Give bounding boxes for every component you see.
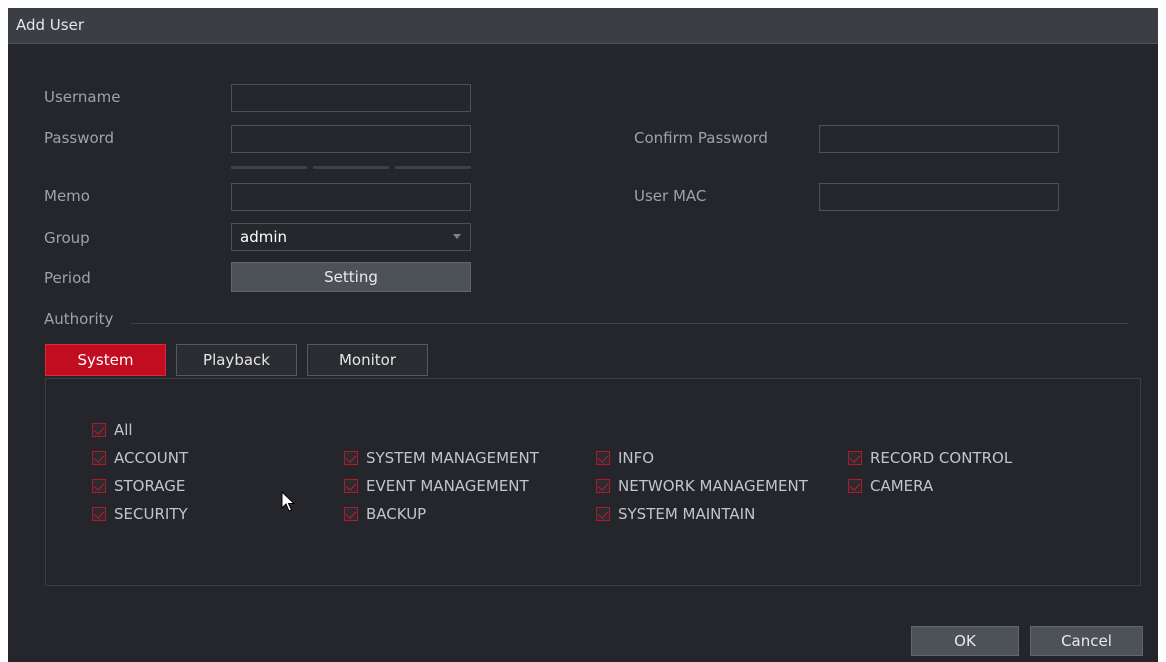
checkmark-icon [344,479,358,493]
permissions-panel [45,378,1141,586]
password-field[interactable] [231,125,471,153]
chevron-down-icon [453,234,461,239]
username-field[interactable] [231,84,471,112]
permission-label: SECURITY [114,505,188,523]
permission-label: SYSTEM MAINTAIN [618,505,756,523]
confirm-password-field[interactable] [819,125,1059,153]
permission-label: RECORD CONTROL [870,449,1013,467]
checkmark-icon [92,479,106,493]
checkmark-icon [848,451,862,465]
checkmark-icon [596,451,610,465]
add-user-dialog: Add User Username Password Confirm Passw… [8,8,1158,662]
permission-label: ACCOUNT [114,449,189,467]
permission-label: SYSTEM MANAGEMENT [366,449,539,467]
password-strength-bar-2 [313,166,389,169]
password-strength-bar-3 [395,166,471,169]
password-strength-bar-1 [231,166,307,169]
user-mac-field[interactable] [819,183,1059,211]
checkmark-icon [344,451,358,465]
checkmark-icon [344,507,358,521]
cancel-button[interactable]: Cancel [1030,626,1143,656]
permission-label: STORAGE [114,477,186,495]
permission-all-label: All [114,421,133,439]
title-bar: Add User [8,8,1158,44]
checkmark-icon [92,423,106,437]
authority-divider [131,323,1128,324]
mouse-cursor-icon [281,491,295,512]
checkmark-icon [596,507,610,521]
checkmark-icon [848,479,862,493]
tab-monitor[interactable]: Monitor [307,344,428,376]
period-label: Period [44,269,91,287]
permission-label: EVENT MANAGEMENT [366,477,529,495]
permission-label: BACKUP [366,505,427,523]
group-selected-value: admin [240,228,287,246]
group-select[interactable]: admin [231,223,471,251]
tab-playback[interactable]: Playback [176,344,297,376]
checkmark-icon [596,479,610,493]
ok-button[interactable]: OK [911,626,1019,656]
authority-label: Authority [44,310,114,328]
user-mac-label: User MAC [634,187,707,205]
permission-label: INFO [618,449,655,467]
confirm-password-label: Confirm Password [634,129,768,147]
username-label: Username [44,88,121,106]
period-setting-button[interactable]: Setting [231,262,471,292]
memo-field[interactable] [231,183,471,211]
permission-label: CAMERA [870,477,934,495]
checkmark-icon [92,451,106,465]
memo-label: Memo [44,187,90,205]
group-label: Group [44,229,90,247]
tab-system[interactable]: System [45,344,166,376]
permission-label: NETWORK MANAGEMENT [618,477,808,495]
checkmark-icon [92,507,106,521]
dialog-title: Add User [16,16,84,34]
password-label: Password [44,129,115,147]
